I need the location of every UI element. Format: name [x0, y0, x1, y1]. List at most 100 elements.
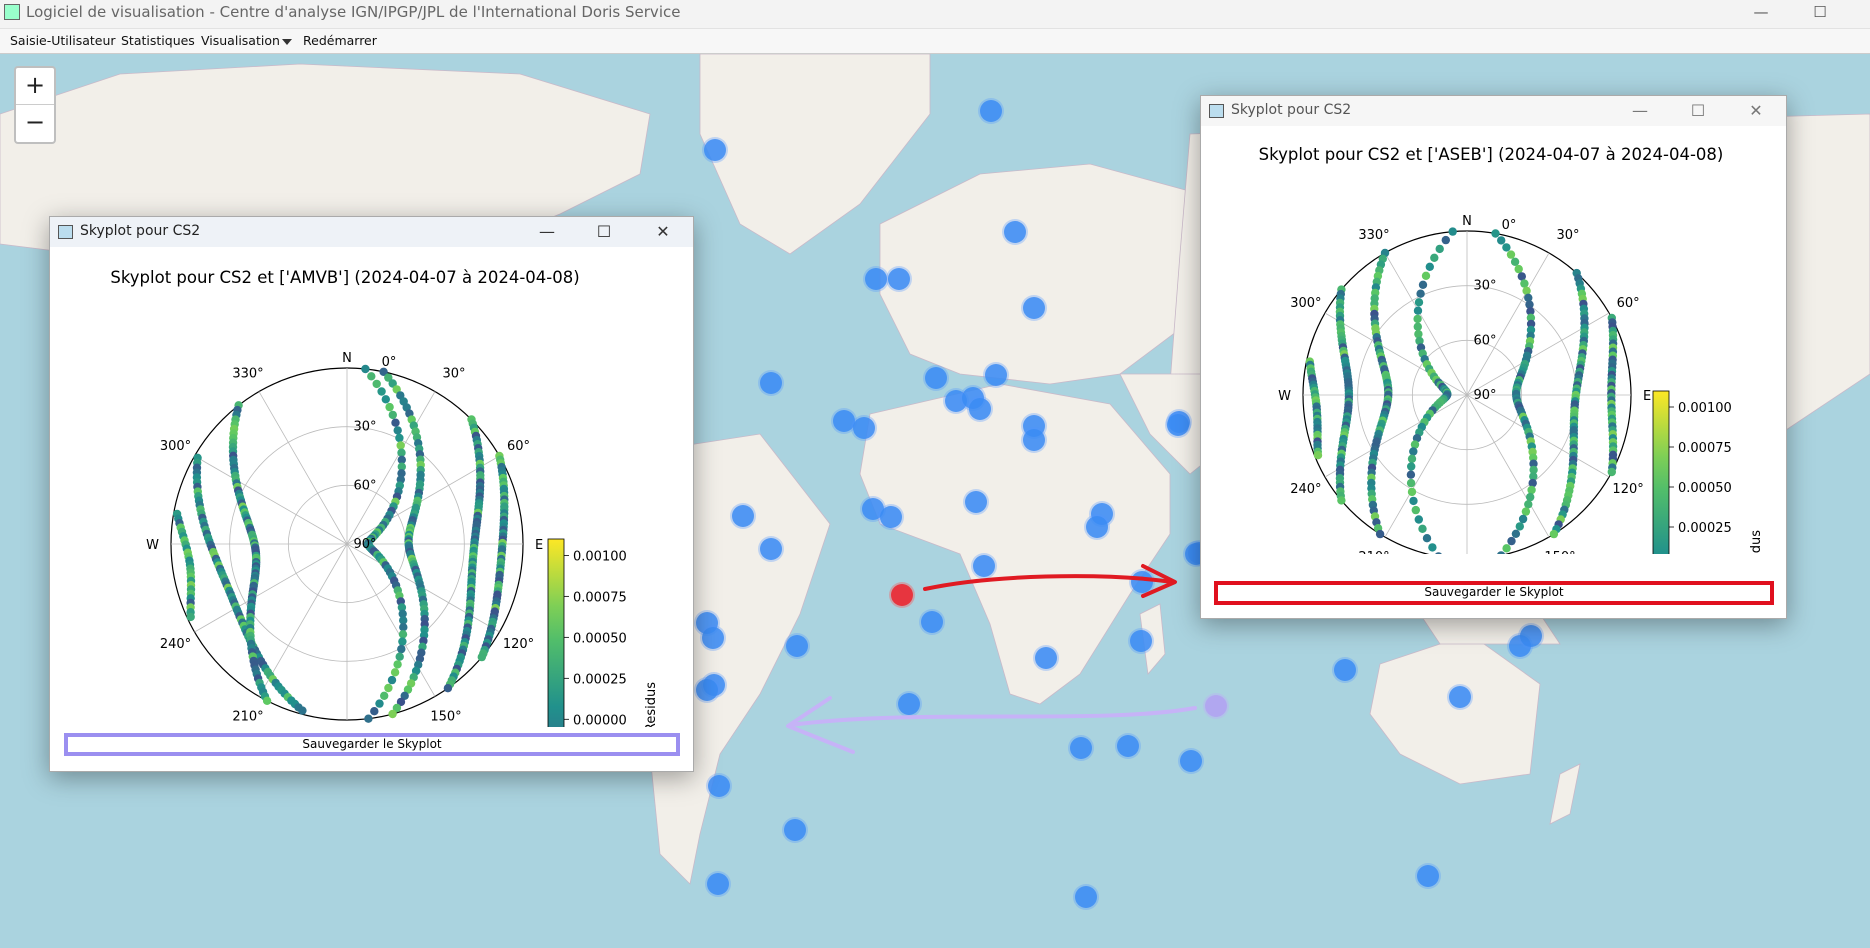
- chevron-down-icon[interactable]: [282, 39, 292, 45]
- menu-statistiques[interactable]: Statistiques: [121, 33, 195, 48]
- colorbar-tick-label: 0.00025: [573, 672, 627, 687]
- station-marker[interactable]: [704, 139, 726, 161]
- menu-redemarrer[interactable]: Redémarrer: [303, 33, 377, 48]
- station-marker[interactable]: [865, 268, 887, 290]
- cardinal-label-w: W: [146, 538, 159, 553]
- station-marker[interactable]: [1086, 516, 1108, 538]
- station-marker[interactable]: [1023, 429, 1045, 451]
- station-marker[interactable]: [880, 506, 902, 528]
- colorbar-tick-label: 0.00000: [573, 713, 627, 727]
- station-marker[interactable]: [1004, 221, 1026, 243]
- station-marker[interactable]: [702, 627, 724, 649]
- menu-saisie-utilisateur[interactable]: Saisie-Utilisateur: [10, 33, 116, 48]
- station-marker-amvb-highlight[interactable]: [1205, 695, 1227, 717]
- residual-point: [398, 637, 407, 646]
- station-marker[interactable]: [921, 611, 943, 633]
- station-marker[interactable]: [853, 417, 875, 439]
- residual-point: [1521, 507, 1531, 516]
- angle-label: 240°: [1290, 482, 1321, 497]
- station-marker[interactable]: [1075, 886, 1097, 908]
- window-icon: [1209, 104, 1224, 118]
- zoom-in-button[interactable]: +: [16, 68, 54, 105]
- skyplot-window-amvb: Skyplot pour CS2 — ☐ ✕ Skyplot pour CS2 …: [49, 216, 694, 772]
- residual-point: [1517, 272, 1526, 281]
- skyplot-window-titlebar: Skyplot pour CS2 — ☐ ✕: [1201, 96, 1786, 126]
- maximize-button[interactable]: ☐: [1683, 100, 1713, 122]
- residual-point: [388, 410, 397, 420]
- zoom-out-button[interactable]: −: [16, 105, 54, 141]
- residual-point: [1518, 514, 1528, 524]
- station-marker[interactable]: [969, 398, 991, 420]
- residual-point: [380, 691, 389, 700]
- residual-point: [1506, 250, 1516, 259]
- station-marker[interactable]: [760, 372, 782, 394]
- station-marker[interactable]: [1035, 647, 1057, 669]
- station-marker[interactable]: [708, 775, 730, 797]
- zoom-control: + −: [14, 66, 56, 144]
- app-title-bar: Logiciel de visualisation - Centre d'ana…: [0, 0, 1870, 29]
- colorbar-label: Residus: [1749, 530, 1764, 554]
- minimize-button[interactable]: —: [532, 221, 562, 243]
- colorbar: [1652, 390, 1670, 554]
- close-button[interactable]: ✕: [648, 221, 678, 243]
- station-marker[interactable]: [1130, 630, 1152, 652]
- angle-label: 120°: [1612, 482, 1643, 497]
- station-marker[interactable]: [1070, 737, 1092, 759]
- station-marker[interactable]: [1520, 625, 1542, 647]
- station-marker[interactable]: [784, 819, 806, 841]
- close-button[interactable]: ✕: [1741, 100, 1771, 122]
- maximize-button[interactable]: ☐: [1797, 0, 1843, 28]
- station-marker[interactable]: [786, 635, 808, 657]
- station-marker[interactable]: [973, 555, 995, 577]
- minimize-button[interactable]: —: [1625, 100, 1655, 122]
- station-marker[interactable]: [898, 693, 920, 715]
- menu-visualisation[interactable]: Visualisation: [201, 33, 280, 48]
- station-marker[interactable]: [833, 410, 855, 432]
- station-marker[interactable]: [1180, 750, 1202, 772]
- station-marker[interactable]: [1417, 865, 1439, 887]
- residual-point: [367, 372, 376, 381]
- cardinal-label-e: E: [1643, 389, 1651, 404]
- skyplot-window-title: Skyplot pour CS2: [80, 223, 201, 239]
- station-marker[interactable]: [980, 100, 1002, 122]
- angle-label: 150°: [1544, 550, 1575, 554]
- angle-label: 210°: [1358, 550, 1389, 554]
- save-skyplot-button[interactable]: Sauvegarder le Skyplot: [64, 733, 680, 756]
- station-marker-aseb-highlight[interactable]: [891, 584, 913, 606]
- residual-point: [384, 683, 393, 693]
- save-skyplot-button[interactable]: Sauvegarder le Skyplot: [1214, 581, 1774, 605]
- station-marker[interactable]: [1117, 735, 1139, 757]
- station-marker[interactable]: [1023, 297, 1045, 319]
- station-marker[interactable]: [1449, 686, 1471, 708]
- station-marker[interactable]: [888, 268, 910, 290]
- residual-point: [1406, 470, 1416, 479]
- residual-point: [1491, 229, 1500, 238]
- residual-point: [1422, 534, 1432, 543]
- station-marker[interactable]: [965, 491, 987, 513]
- residual-point: [391, 418, 400, 427]
- station-marker[interactable]: [925, 367, 947, 389]
- station-marker[interactable]: [1334, 659, 1356, 681]
- station-marker[interactable]: [985, 364, 1007, 386]
- maximize-button[interactable]: ☐: [589, 221, 619, 243]
- station-marker[interactable]: [732, 505, 754, 527]
- minimize-button[interactable]: —: [1738, 0, 1784, 28]
- window-icon: [58, 225, 73, 239]
- residual-point: [1428, 543, 1437, 552]
- angle-label: 300°: [1290, 296, 1321, 311]
- radial-label: 60°: [353, 478, 376, 493]
- residual-point: [1313, 451, 1323, 460]
- station-marker[interactable]: [1167, 414, 1189, 436]
- residual-point: [1413, 306, 1423, 315]
- residual-point: [377, 387, 386, 396]
- residual-point: [1507, 536, 1516, 546]
- station-marker[interactable]: [760, 538, 782, 560]
- colorbar-tick-label: 0.00075: [1678, 441, 1732, 456]
- station-marker[interactable]: [707, 873, 729, 895]
- station-marker[interactable]: [1131, 571, 1153, 593]
- residual-point: [1526, 492, 1535, 502]
- residual-point: [1514, 264, 1523, 274]
- station-marker[interactable]: [696, 679, 718, 701]
- radial-label: 30°: [1473, 279, 1496, 294]
- residual-point: [1407, 454, 1417, 463]
